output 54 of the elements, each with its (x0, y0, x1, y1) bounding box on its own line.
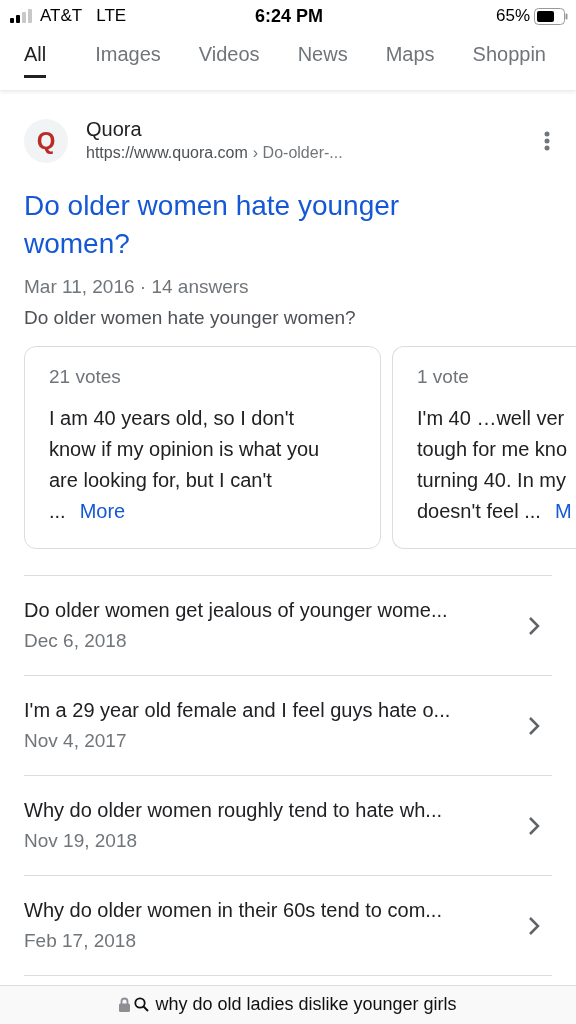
more-options-icon[interactable] (544, 131, 550, 151)
related-question[interactable]: I'm a 29 year old female and I feel guys hate o... Nov 4, 2017 (24, 676, 552, 776)
result-title-link[interactable]: Do older women hate younger women? (24, 187, 576, 263)
search-tab[interactable]: News (297, 32, 348, 78)
site-url: https://www.quora.com (86, 144, 248, 161)
clock: 6:24 PM (255, 5, 323, 27)
carrier-name: AT&T (40, 6, 83, 26)
answer-text: ... (49, 500, 66, 522)
answer-text: tough for me kno (417, 438, 568, 460)
search-icon (134, 996, 150, 1012)
question-text: I'm a 29 year old female and I feel guys hate o... (24, 698, 451, 723)
vote-count: 21 votes (49, 365, 122, 389)
answer-card[interactable]: 1 vote I'm 40 …well ver tough for me kno turning 40. In my doesn't feel ... M (392, 346, 576, 549)
search-tab[interactable]: Maps (385, 32, 435, 78)
question-date: Feb 17, 2018 (24, 929, 137, 953)
url-breadcrumb: › Do-older-... (252, 144, 343, 161)
chevron-right-icon (528, 715, 540, 736)
more-link[interactable]: More (79, 500, 126, 522)
chevron-right-icon (528, 815, 540, 836)
search-tab[interactable]: Images (95, 32, 161, 78)
answer-text: I'm 40 …well ver (417, 407, 565, 429)
question-date: Nov 19, 2018 (24, 829, 139, 853)
question-date: Nov 4, 2017 (24, 729, 128, 753)
favicon-letter: Q (36, 127, 56, 155)
more-link[interactable]: M (554, 500, 572, 522)
site-name: Quora (86, 117, 143, 141)
address-query: why do old ladies dislike younger girls (155, 993, 457, 1015)
search-tab[interactable]: Videos (198, 32, 260, 78)
chevron-right-icon (528, 915, 540, 936)
related-question[interactable]: Why do older women in their 60s tend to com... Feb 17, 2018 (24, 876, 552, 976)
answer-text: doesn't feel ... (417, 500, 541, 522)
lock-icon (119, 996, 131, 1012)
battery-percent: 65% (495, 6, 530, 26)
result-meta: Mar 11, 2016 · 14 answers (24, 275, 250, 299)
vote-count: 1 vote (417, 365, 470, 389)
result-snippet: Do older women hate younger women? (24, 306, 357, 330)
question-text: Do older women get jealous of younger wome... (24, 598, 448, 623)
question-text: Why do older women roughly tend to hate wh... (24, 798, 442, 823)
search-tab[interactable]: All (24, 32, 47, 78)
related-question[interactable]: Do older women get jealous of younger wome... Dec 6, 2018 (24, 576, 552, 676)
question-text: Why do older women in their 60s tend to com... (24, 898, 442, 923)
answer-text: are looking for, but I can't (49, 469, 272, 491)
question-date: Dec 6, 2018 (24, 629, 128, 653)
answer-text: turning 40. In my (417, 469, 566, 491)
related-question[interactable]: Why do older women roughly tend to hate wh... Nov 19, 2018 (24, 776, 552, 876)
answer-text: know if my opinion is what you (49, 438, 320, 460)
address-bar[interactable]: why do old ladies dislike younger girls (0, 985, 576, 1024)
network-type: LTE (96, 6, 127, 26)
answer-card[interactable]: 21 votes I am 40 years old, so I don't know if my opinion is what you are looking for, but I can't ... More (24, 346, 381, 549)
search-tab[interactable]: Shoppin (472, 32, 546, 78)
signal-icon (10, 9, 32, 23)
chevron-right-icon (528, 615, 540, 636)
answer-text: I am 40 years old, so I don't (49, 407, 295, 429)
battery-icon (534, 7, 568, 25)
